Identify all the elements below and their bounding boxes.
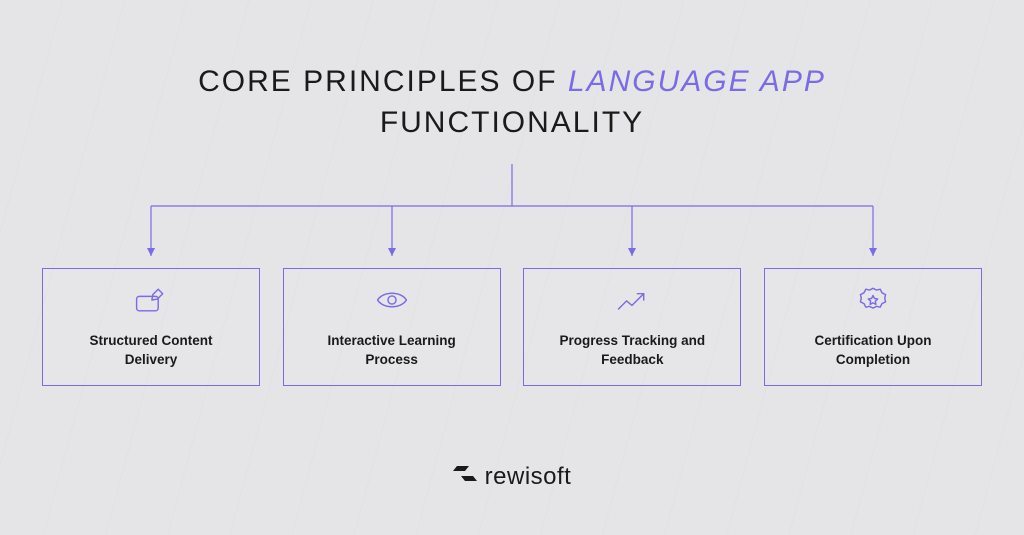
title-prefix: CORE PRINCIPLES OF: [198, 65, 568, 98]
box-label: Certification Upon Completion: [793, 332, 953, 368]
box-label: Progress Tracking and Feedback: [552, 332, 712, 368]
box-interactive-learning: Interactive Learning Process: [283, 268, 501, 386]
box-label: Structured Content Delivery: [71, 332, 231, 368]
brand-footer: rewisoft: [0, 462, 1024, 491]
title-emphasis: LANGUAGE APP: [568, 65, 826, 98]
connector-lines: [0, 160, 1024, 270]
trend-up-icon: [614, 285, 650, 320]
eye-icon: [374, 285, 410, 320]
title-suffix: FUNCTIONALITY: [380, 106, 644, 139]
box-certification: Certification Upon Completion: [764, 268, 982, 386]
brand-name: rewisoft: [485, 463, 572, 491]
badge-star-icon: [855, 285, 891, 320]
edit-card-icon: [133, 285, 169, 320]
box-progress-tracking: Progress Tracking and Feedback: [523, 268, 741, 386]
diagram-title: CORE PRINCIPLES OF LANGUAGE APP FUNCTION…: [0, 0, 1024, 143]
box-label: Interactive Learning Process: [312, 332, 472, 368]
box-structured-content: Structured Content Delivery: [42, 268, 260, 386]
brand-logo-icon: [453, 462, 477, 491]
principle-boxes: Structured Content Delivery Interactive …: [0, 268, 1024, 386]
